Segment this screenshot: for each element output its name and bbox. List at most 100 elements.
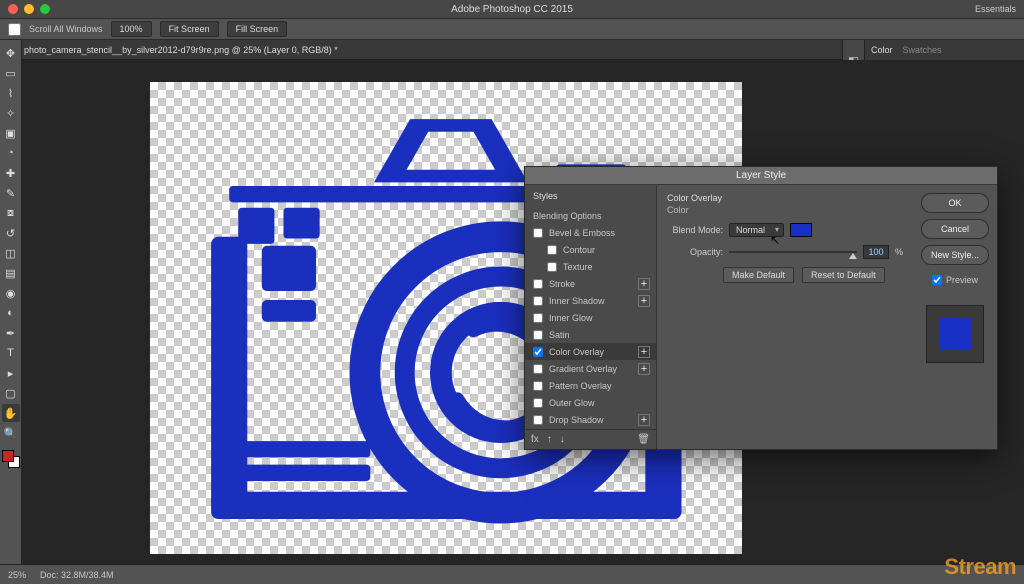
blending-options-label: Blending Options	[533, 211, 602, 221]
add-effect-icon[interactable]: +	[638, 346, 650, 358]
minimize-icon[interactable]	[24, 4, 34, 14]
effect-item-pattern-overlay[interactable]: Pattern Overlay	[525, 377, 656, 394]
section-title: Color Overlay	[667, 193, 903, 203]
preview-checkbox[interactable]	[932, 275, 942, 285]
zoom-tool[interactable]: 🔍	[2, 424, 20, 442]
blend-mode-select[interactable]: Normal	[729, 223, 784, 237]
clone-stamp-tool[interactable]: ⧇	[2, 204, 20, 222]
effect-item-bevel-emboss[interactable]: Bevel & Emboss	[525, 224, 656, 241]
layer-style-dialog: Layer Style Styles Blending Options Beve…	[524, 166, 998, 450]
blending-options-item[interactable]: Blending Options	[525, 207, 656, 224]
pen-tool[interactable]: ✒	[2, 324, 20, 342]
effect-label: Texture	[563, 262, 593, 272]
marquee-tool[interactable]: ▭	[2, 64, 20, 82]
effect-checkbox[interactable]	[533, 347, 543, 357]
gradient-tool[interactable]: ▤	[2, 264, 20, 282]
shape-tool[interactable]: ▢	[2, 384, 20, 402]
effect-item-texture[interactable]: Texture	[525, 258, 656, 275]
workspace-switcher[interactable]: Essentials	[975, 4, 1016, 14]
type-tool[interactable]: T	[2, 344, 20, 362]
path-select-tool[interactable]: ▸	[2, 364, 20, 382]
lasso-tool[interactable]: ⌇	[2, 84, 20, 102]
new-style-button[interactable]: New Style...	[921, 245, 989, 265]
effect-checkbox[interactable]	[533, 330, 543, 340]
close-icon[interactable]	[8, 4, 18, 14]
dialog-buttons: OK Cancel New Style... Preview	[913, 185, 997, 449]
effect-item-inner-shadow[interactable]: Inner Shadow+	[525, 292, 656, 309]
effect-checkbox[interactable]	[533, 296, 543, 306]
dodge-tool[interactable]: ◐	[2, 304, 20, 322]
fx-icon[interactable]: fx	[531, 434, 539, 445]
overlay-color-swatch[interactable]	[790, 223, 812, 237]
effect-label: Gradient Overlay	[549, 364, 617, 374]
effect-item-inner-glow[interactable]: Inner Glow	[525, 309, 656, 326]
fit-screen-button[interactable]: Fit Screen	[160, 21, 219, 37]
effect-checkbox[interactable]	[533, 398, 543, 408]
effect-item-outer-glow[interactable]: Outer Glow	[525, 394, 656, 411]
effect-settings: Color Overlay Color Blend Mode: Normal O…	[657, 185, 913, 449]
effect-label: Bevel & Emboss	[549, 228, 615, 238]
section-subtitle: Color	[667, 205, 903, 215]
tools-panel: ✥ ▭ ⌇ ✧ ▣ ◔ ✚ ✎ ⧇ ↺ ◫ ▤ ◉ ◐ ✒ T ▸ ▢ ✋ 🔍	[0, 40, 22, 564]
effect-label: Satin	[549, 330, 570, 340]
tab-swatches[interactable]: Swatches	[903, 45, 942, 55]
effect-checkbox[interactable]	[547, 262, 557, 272]
effect-checkbox[interactable]	[533, 279, 543, 289]
style-preview-swatch	[939, 318, 971, 350]
effect-checkbox[interactable]	[533, 381, 543, 391]
eraser-tool[interactable]: ◫	[2, 244, 20, 262]
crop-tool[interactable]: ▣	[2, 124, 20, 142]
healing-tool[interactable]: ✚	[2, 164, 20, 182]
window-controls	[8, 4, 50, 14]
opacity-unit: %	[895, 247, 903, 257]
zoom-100-button[interactable]: 100%	[111, 21, 152, 37]
add-effect-icon[interactable]: +	[638, 414, 650, 426]
foreground-background-swatches[interactable]	[2, 450, 20, 468]
styles-header[interactable]: Styles	[525, 185, 656, 207]
move-tool[interactable]: ✥	[2, 44, 20, 62]
effect-item-drop-shadow[interactable]: Drop Shadow +	[525, 411, 656, 428]
effect-checkbox[interactable]	[533, 415, 543, 425]
effect-item-stroke[interactable]: Stroke+	[525, 275, 656, 292]
add-effect-icon[interactable]: +	[638, 295, 650, 307]
make-default-button[interactable]: Make Default	[723, 267, 794, 283]
add-effect-icon[interactable]: +	[638, 363, 650, 375]
foreground-color-swatch[interactable]	[2, 450, 14, 462]
opacity-input[interactable]: 100	[863, 245, 889, 259]
fill-screen-button[interactable]: Fill Screen	[227, 21, 288, 37]
zoom-readout[interactable]: 25%	[8, 570, 26, 580]
history-brush-tool[interactable]: ↺	[2, 224, 20, 242]
effect-label: Drop Shadow	[549, 415, 604, 425]
effect-label: Color Overlay	[549, 347, 604, 357]
blur-tool[interactable]: ◉	[2, 284, 20, 302]
effect-checkbox[interactable]	[533, 313, 543, 323]
effect-item-satin[interactable]: Satin	[525, 326, 656, 343]
add-effect-icon[interactable]: +	[638, 278, 650, 290]
effect-item-color-overlay[interactable]: Color Overlay +	[525, 343, 656, 360]
cancel-button[interactable]: Cancel	[921, 219, 989, 239]
tab-color[interactable]: Color	[871, 45, 893, 55]
hand-tool[interactable]: ✋	[2, 404, 20, 422]
arrow-down-icon[interactable]: ↓	[560, 434, 565, 445]
document-tab[interactable]: photo_camera_stencil__by_silver2012-d79r…	[24, 45, 338, 55]
brush-tool[interactable]: ✎	[2, 184, 20, 202]
effect-checkbox[interactable]	[547, 245, 557, 255]
ok-button[interactable]: OK	[921, 193, 989, 213]
effect-item-gradient-overlay[interactable]: Gradient Overlay +	[525, 360, 656, 377]
style-preview	[926, 305, 984, 363]
watermark: Stream	[944, 554, 1016, 580]
effect-label: Contour	[563, 245, 595, 255]
eyedropper-tool[interactable]: ◔	[2, 144, 20, 162]
magic-wand-tool[interactable]: ✧	[2, 104, 20, 122]
effect-checkbox[interactable]	[533, 364, 543, 374]
effect-checkbox[interactable]	[533, 228, 543, 238]
effects-list: Styles Blending Options Bevel & Emboss Co…	[525, 185, 657, 449]
arrow-up-icon[interactable]: ↑	[547, 434, 552, 445]
zoom-icon[interactable]	[40, 4, 50, 14]
reset-default-button[interactable]: Reset to Default	[802, 267, 885, 283]
effect-label: Pattern Overlay	[549, 381, 612, 391]
trash-icon[interactable]: 🗑	[637, 434, 650, 445]
scroll-all-checkbox[interactable]	[8, 23, 21, 36]
effect-item-contour[interactable]: Contour	[525, 241, 656, 258]
opacity-slider[interactable]	[729, 246, 857, 258]
